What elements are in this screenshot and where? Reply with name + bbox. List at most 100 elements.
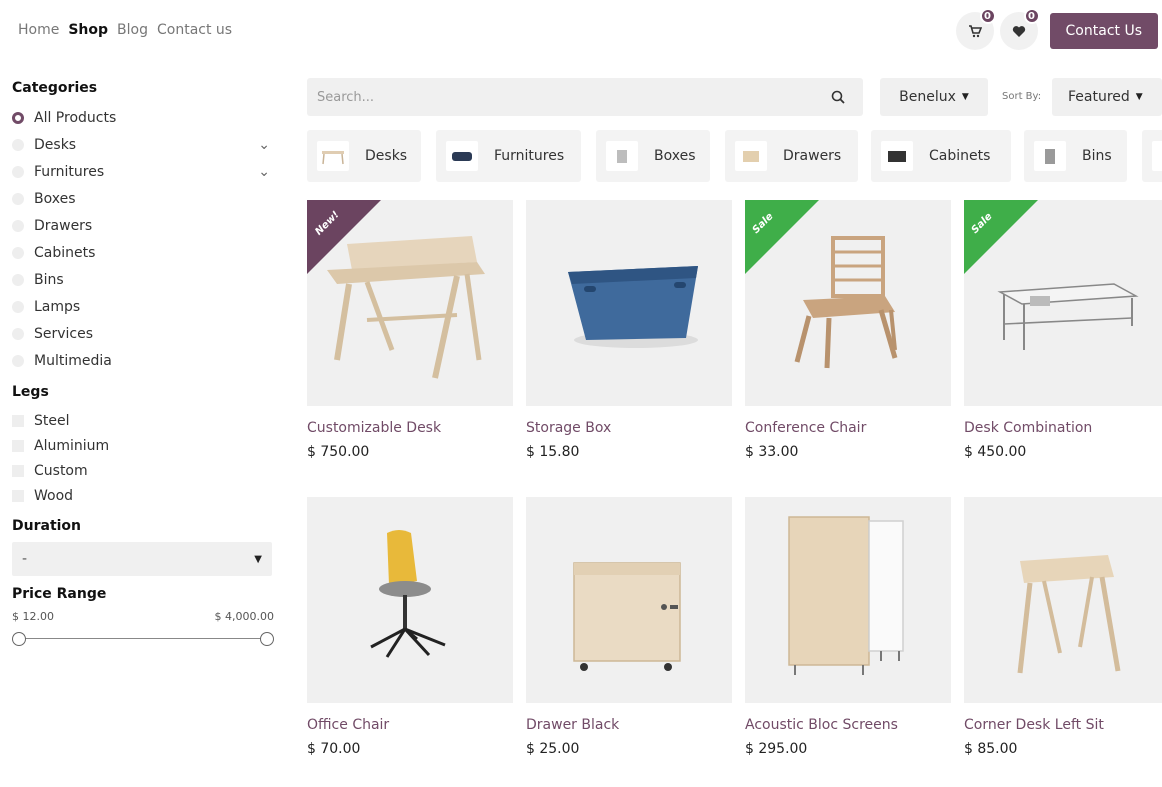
acoustic-screen-illustration <box>788 516 904 675</box>
product-name[interactable]: Storage Box <box>526 420 732 436</box>
category-radio[interactable] <box>12 327 24 340</box>
contact-us-button[interactable]: Contact Us <box>1049 13 1158 49</box>
legs-option[interactable]: Wood <box>12 483 274 508</box>
chevron-down-icon[interactable]: ⌄ <box>258 164 270 180</box>
category-item[interactable]: Multimedia <box>12 347 274 374</box>
product-name[interactable]: Office Chair <box>307 717 513 733</box>
cart-button[interactable]: 0 <box>955 8 996 50</box>
category-radio[interactable] <box>12 111 24 124</box>
category-item[interactable]: All Products <box>12 104 274 131</box>
caret-down-icon: ▼ <box>961 92 969 102</box>
category-item[interactable]: Bins <box>12 266 274 293</box>
sort-dropdown[interactable]: Featured ▼ <box>1052 78 1162 116</box>
nav-contact-us[interactable]: Contact us <box>157 22 232 38</box>
category-item[interactable]: Cabinets <box>12 239 274 266</box>
product-name[interactable]: Acoustic Bloc Screens <box>745 717 951 733</box>
product-name[interactable]: Customizable Desk <box>307 420 513 436</box>
product-card[interactable]: Sale Conference Chair $ 33.00 <box>745 200 951 460</box>
chip-label: Boxes <box>654 148 696 164</box>
nav-shop[interactable]: Shop <box>68 22 108 38</box>
chip-cabinets[interactable]: Cabinets <box>871 130 1011 182</box>
product-card[interactable]: Sale Desk Combination $ 450.00 <box>964 200 1162 460</box>
category-item[interactable]: Boxes <box>12 185 274 212</box>
category-radio[interactable] <box>12 138 24 151</box>
product-price: $ 15.80 <box>526 444 580 460</box>
nav-blog[interactable]: Blog <box>117 22 148 38</box>
nav-home[interactable]: Home <box>18 22 59 38</box>
chip-furnitures[interactable]: Furnitures <box>436 130 581 182</box>
category-radio[interactable] <box>12 300 24 313</box>
chip-more[interactable] <box>1142 130 1162 182</box>
lamp-thumbnail-icon <box>1152 141 1162 171</box>
legs-checkbox[interactable] <box>12 439 24 452</box>
category-radio[interactable] <box>12 219 24 232</box>
product-image[interactable] <box>526 200 732 406</box>
category-radio[interactable] <box>12 246 24 259</box>
chip-boxes[interactable]: Boxes <box>596 130 710 182</box>
category-label: Cabinets <box>34 244 96 261</box>
chip-bins[interactable]: Bins <box>1024 130 1127 182</box>
main-nav: Home Shop Blog Contact us <box>18 22 232 38</box>
search-icon[interactable] <box>831 90 845 104</box>
category-radio[interactable] <box>12 192 24 205</box>
search-box <box>307 78 863 116</box>
legs-checkbox[interactable] <box>12 464 24 477</box>
region-dropdown[interactable]: Benelux ▼ <box>880 78 988 116</box>
price-range-slider[interactable] <box>12 631 274 647</box>
category-label: Services <box>34 325 94 342</box>
chip-label: Desks <box>365 148 408 164</box>
product-card[interactable]: Storage Box $ 15.80 <box>526 200 732 460</box>
product-name[interactable]: Drawer Black <box>526 717 732 733</box>
product-image[interactable]: New! <box>307 200 513 406</box>
caret-down-icon: ▼ <box>1135 92 1143 102</box>
category-radio[interactable] <box>12 165 24 178</box>
chip-label: Bins <box>1082 148 1112 164</box>
chevron-down-icon[interactable]: ⌄ <box>258 137 270 153</box>
legs-option[interactable]: Aluminium <box>12 433 274 458</box>
search-input[interactable] <box>317 89 831 105</box>
category-item[interactable]: Desks ⌄ <box>12 131 274 158</box>
product-image[interactable] <box>964 497 1162 703</box>
chip-desks[interactable]: Desks <box>307 130 421 182</box>
product-name[interactable]: Corner Desk Left Sit <box>964 717 1162 733</box>
slider-max-handle[interactable] <box>260 632 274 646</box>
price-range-title: Price Range <box>12 586 107 602</box>
product-card[interactable]: Drawer Black $ 25.00 <box>526 497 732 757</box>
heart-icon <box>1012 25 1026 38</box>
legs-option[interactable]: Custom <box>12 458 274 483</box>
product-image[interactable] <box>745 497 951 703</box>
chip-drawers[interactable]: Drawers <box>725 130 858 182</box>
product-image[interactable] <box>307 497 513 703</box>
category-item[interactable]: Lamps <box>12 293 274 320</box>
legs-label: Aluminium <box>34 437 110 454</box>
legs-option[interactable]: Steel <box>12 408 274 433</box>
duration-select[interactable]: - ▼ <box>12 542 272 576</box>
category-item[interactable]: Drawers <box>12 212 274 239</box>
legs-checkbox[interactable] <box>12 489 24 502</box>
product-name[interactable]: Conference Chair <box>745 420 951 436</box>
product-card[interactable]: Acoustic Bloc Screens $ 295.00 <box>745 497 951 757</box>
category-radio[interactable] <box>12 273 24 286</box>
slider-min-handle[interactable] <box>12 632 26 646</box>
filter-sidebar: Categories All Products Desks ⌄ Furnitures ⌄… <box>12 80 274 647</box>
product-card[interactable]: New! Customizable Desk $ 750.00 <box>307 200 513 460</box>
cabinet-thumbnail-icon <box>881 141 913 171</box>
wishlist-button[interactable]: 0 <box>999 8 1040 50</box>
legs-label: Custom <box>34 462 88 479</box>
product-image[interactable]: Sale <box>964 200 1162 406</box>
category-label: Boxes <box>34 190 76 207</box>
product-image[interactable] <box>526 497 732 703</box>
product-price: $ 85.00 <box>964 741 1018 757</box>
category-item[interactable]: Furnitures ⌄ <box>12 158 274 185</box>
product-image[interactable]: Sale <box>745 200 951 406</box>
product-card[interactable]: Corner Desk Left Sit $ 85.00 <box>964 497 1162 757</box>
product-name[interactable]: Desk Combination <box>964 420 1162 436</box>
product-card[interactable]: Office Chair $ 70.00 <box>307 497 513 757</box>
legs-checkbox[interactable] <box>12 414 24 427</box>
category-label: Drawers <box>34 217 93 234</box>
sort-by-label: Sort By: <box>1002 91 1042 102</box>
category-item[interactable]: Services <box>12 320 274 347</box>
category-chips: Desks Furnitures Boxes Drawers Cabinets … <box>307 130 1162 182</box>
category-radio[interactable] <box>12 354 24 367</box>
drawer-cabinet-illustration <box>573 562 681 671</box>
